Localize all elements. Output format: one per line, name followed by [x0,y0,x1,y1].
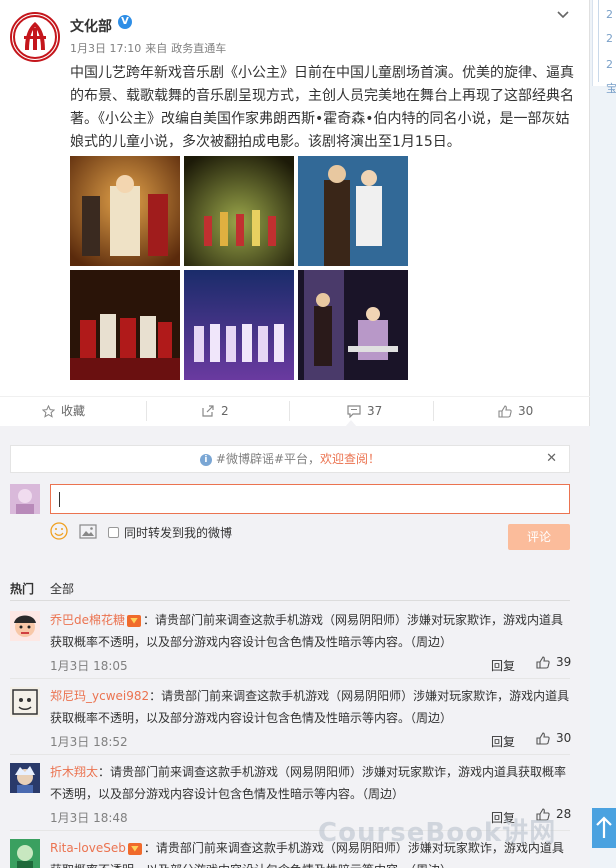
post-time[interactable]: 1月3日 17:10 [70,42,141,55]
comment-like-button[interactable]: 39 [536,655,571,669]
comment-item: 郑尼玛_ycwei982：请贵部门前来调查这款手机游戏（网易阴阳师）涉嫌对玩家欺… [0,679,590,755]
comment-time: 1月3日 18:52 [50,735,128,749]
comment-input[interactable] [50,484,570,514]
comment-text: 乔巴de棉花糖 ：请贵部门前来调查这款手机游戏（网易阴阳师）涉嫌对玩家欺诈，游戏内… [50,609,570,653]
author-name[interactable]: 文化部 [70,16,112,36]
close-icon[interactable]: ✕ [546,446,557,472]
comment-like-count: 30 [556,731,572,745]
comment-time: 1月3日 18:05 [50,659,128,673]
comment-body: ：请贵部门前来调查这款手机游戏（网易阴阳师）涉嫌对玩家欺诈，游戏内道具获取概率不… [50,765,567,801]
comment-icon [347,404,361,418]
rumor-notice: i #微博辟谣#平台，欢迎查阅！ ✕ [10,445,570,473]
commenter-name[interactable]: Rita-loveSeb [50,841,126,855]
photo-thumbnail[interactable] [70,270,180,380]
sidebar-item[interactable]: 2 [606,32,613,45]
comment-like-count: 39 [556,655,572,669]
image-icon[interactable] [79,524,97,539]
action-divider [146,401,147,421]
action-divider [433,401,434,421]
post-source[interactable]: 政务直通车 [171,42,226,55]
reply-button[interactable]: 回复 [491,657,515,674]
weibo-post-card: 文化部 V 1月3日 17:10 来自 政务直通车 中国儿艺跨年新戏音乐剧《小公主》… [0,0,590,868]
comment-time: 1月3日 18:48 [50,811,128,825]
commenter-avatar[interactable] [10,687,40,717]
submit-comment-button[interactable]: 评论 [508,524,570,550]
comment-text: 折木翔太：请贵部门前来调查这款手机游戏（网易阴阳师）涉嫌对玩家欺诈，游戏内道具获… [50,761,570,805]
filter-all[interactable]: 全部 [50,580,74,597]
photo-thumbnail[interactable] [184,270,294,380]
caret-up-icon [345,420,357,427]
sidebar-item[interactable]: 宝 [606,80,616,96]
comment-section: i #微博辟谣#平台，欢迎查阅！ ✕ 同时转发到我的微博 评论 热门 全部 乔巴… [0,420,590,868]
thumbs-up-icon [536,731,550,745]
action-divider [289,401,290,421]
photo-thumbnail[interactable] [70,156,180,266]
favorite-button[interactable]: 收藏 [42,397,85,425]
vip-crown-icon [127,842,142,855]
thumbs-up-icon [498,404,512,418]
watermark: CourseBook讲网 [318,818,557,848]
forward-option[interactable]: 同时转发到我的微博 [108,524,232,541]
chevron-down-icon[interactable] [556,8,570,22]
repost-count: 2 [221,404,229,418]
sidebar-timeline-line [598,0,599,82]
back-to-top-button[interactable] [592,808,616,848]
comment-count: 37 [367,404,383,418]
repost-icon [202,404,214,417]
reply-button[interactable]: 回复 [491,733,515,750]
forward-label: 同时转发到我的微博 [124,526,233,540]
photo-gallery [70,156,410,382]
favorite-label: 收藏 [61,404,86,418]
repost-button[interactable]: 2 [201,397,229,425]
notice-link[interactable]: 欢迎查阅！ [320,452,380,466]
source-prefix: 来自 [145,42,168,55]
arrow-up-icon [596,816,612,838]
star-icon [42,404,55,418]
commenter-name[interactable]: 乔巴de棉花糖 [50,613,125,627]
comment-filters: 热门 全部 [10,580,74,597]
photo-thumbnail[interactable] [298,156,408,266]
divider [10,600,570,601]
comment-like-count: 28 [556,807,572,821]
forward-checkbox[interactable] [108,527,119,538]
commenter-name[interactable]: 折木翔太 [50,765,98,779]
post-action-bar: 收藏 2 37 30 [0,396,590,424]
commenter-name[interactable]: 郑尼玛_ycwei982 [50,689,149,703]
sidebar-item[interactable]: 2 [606,58,613,71]
like-button[interactable]: 30 [498,397,533,425]
verified-badge-icon: V [118,15,132,29]
emoji-icon[interactable] [50,522,68,540]
author-avatar[interactable] [10,12,60,62]
my-avatar [10,484,40,514]
sidebar-item[interactable]: 2 [606,8,613,21]
like-count: 30 [518,404,534,418]
commenter-avatar[interactable] [10,763,40,793]
post-paragraph-1: 中国儿艺跨年新戏音乐剧《小公主》日前在中国儿童剧场首演。优美的旋律、逼真的布景、… [70,65,574,150]
comment-item: 乔巴de棉花糖 ：请贵部门前来调查这款手机游戏（网易阴阳师）涉嫌对玩家欺诈，游戏内… [0,603,590,679]
photo-thumbnail[interactable] [184,156,294,266]
post-text: 中国儿艺跨年新戏音乐剧《小公主》日前在中国儿童剧场首演。优美的旋律、逼真的布景、… [70,62,576,154]
photo-thumbnail[interactable] [298,270,408,380]
info-icon: i [199,453,212,466]
comment-like-button[interactable]: 30 [536,731,571,745]
culture-ministry-logo-icon [13,15,57,59]
text-cursor [59,492,60,507]
filter-hot[interactable]: 热门 [10,580,34,597]
post-meta: 1月3日 17:10 来自 政务直通车 [70,40,230,56]
thumbs-up-icon [536,655,550,669]
commenter-avatar[interactable] [10,611,40,641]
comment-text: 郑尼玛_ycwei982：请贵部门前来调查这款手机游戏（网易阴阳师）涉嫌对玩家欺… [50,685,570,729]
commenter-avatar[interactable] [10,839,40,868]
right-sidebar: 2 2 2 宝 [590,0,616,868]
vip-crown-icon [127,614,142,627]
notice-text[interactable]: #微博辟谣#平台， [216,452,320,466]
